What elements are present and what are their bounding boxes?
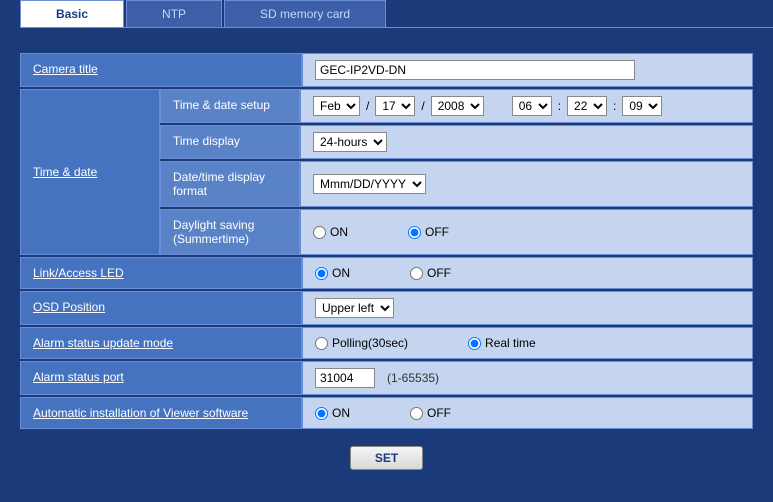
date-sep: /	[366, 99, 369, 113]
auto-install-link[interactable]: Automatic installation of Viewer softwar…	[33, 406, 248, 420]
alarm-port-input[interactable]	[315, 368, 375, 388]
time-sep: :	[613, 99, 616, 113]
led-on-radio[interactable]	[315, 267, 328, 280]
camera-title-link[interactable]: Camera title	[33, 62, 98, 76]
min-select[interactable]: 22	[567, 96, 607, 116]
daylight-label: Daylight saving (Summertime)	[160, 209, 300, 255]
link-led-link[interactable]: Link/Access LED	[33, 266, 124, 280]
settings-panel: Camera title Time & date Time & date set…	[0, 28, 773, 495]
link-led-label: Link/Access LED	[20, 257, 302, 289]
daylight-on-radio[interactable]	[313, 226, 326, 239]
set-button[interactable]: SET	[350, 446, 423, 470]
alarm-mode-label: Alarm status update mode	[20, 327, 302, 359]
time-date-link[interactable]: Time & date	[33, 165, 97, 179]
alarm-polling-label[interactable]: Polling(30sec)	[315, 336, 408, 350]
year-select[interactable]: 2008	[431, 96, 484, 116]
time-display-label: Time display	[160, 125, 300, 159]
month-select[interactable]: Feb	[313, 96, 360, 116]
time-display-select[interactable]: 24-hours	[313, 132, 387, 152]
time-date-setup-label: Time & date setup	[160, 89, 300, 123]
time-sep: :	[558, 99, 561, 113]
tab-basic[interactable]: Basic	[20, 0, 124, 27]
auto-off-radio[interactable]	[410, 407, 423, 420]
daylight-off-label[interactable]: OFF	[408, 225, 449, 239]
osd-position-link[interactable]: OSD Position	[33, 300, 105, 314]
alarm-port-link[interactable]: Alarm status port	[33, 370, 124, 384]
led-off-label[interactable]: OFF	[410, 266, 451, 280]
led-on-label[interactable]: ON	[315, 266, 350, 280]
alarm-realtime-label[interactable]: Real time	[468, 336, 536, 350]
daylight-on-label[interactable]: ON	[313, 225, 348, 239]
time-date-label: Time & date	[20, 89, 160, 255]
auto-off-label[interactable]: OFF	[410, 406, 451, 420]
led-off-radio[interactable]	[410, 267, 423, 280]
date-sep: /	[421, 99, 424, 113]
daylight-off-radio[interactable]	[408, 226, 421, 239]
camera-title-input[interactable]	[315, 60, 635, 80]
tab-ntp[interactable]: NTP	[126, 0, 222, 27]
alarm-mode-link[interactable]: Alarm status update mode	[33, 336, 173, 350]
sec-select[interactable]: 09	[622, 96, 662, 116]
date-format-select[interactable]: Mmm/DD/YYYY	[313, 174, 426, 194]
alarm-port-label: Alarm status port	[20, 361, 302, 395]
hour-select[interactable]: 06	[512, 96, 552, 116]
osd-position-select[interactable]: Upper left	[315, 298, 394, 318]
auto-on-radio[interactable]	[315, 407, 328, 420]
tab-sd[interactable]: SD memory card	[224, 0, 386, 27]
auto-install-label: Automatic installation of Viewer softwar…	[20, 397, 302, 429]
osd-position-label: OSD Position	[20, 291, 302, 325]
auto-on-label[interactable]: ON	[315, 406, 350, 420]
alarm-polling-radio[interactable]	[315, 337, 328, 350]
day-select[interactable]: 17	[375, 96, 415, 116]
date-format-label: Date/time display format	[160, 161, 300, 207]
alarm-port-hint: (1-65535)	[387, 371, 439, 385]
camera-title-label: Camera title	[20, 53, 302, 87]
tab-bar: Basic NTP SD memory card	[20, 0, 773, 28]
alarm-realtime-radio[interactable]	[468, 337, 481, 350]
